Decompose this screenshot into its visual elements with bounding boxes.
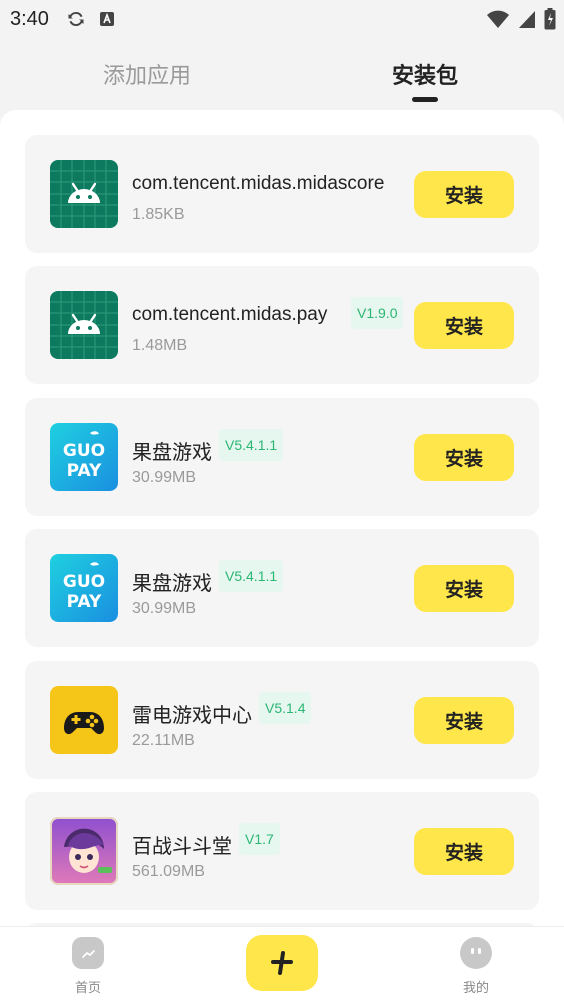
status-bar: 3:40 (0, 0, 564, 38)
tab-indicator (412, 97, 438, 102)
nav-home-label: 首页 (74, 981, 101, 996)
app-size: 30.99MB (132, 469, 197, 486)
app-size: 561.09MB (132, 863, 205, 880)
plus-icon (271, 951, 293, 975)
android-icon (50, 291, 118, 359)
svg-text:GUO: GUO (63, 572, 105, 592)
profile-icon (460, 937, 492, 969)
battery-icon (544, 8, 556, 34)
app-card: 百战斗斗堂 V1.7 561.09MB 安装 (25, 792, 539, 910)
install-button[interactable]: 安装 (414, 828, 514, 875)
app-name: 百战斗斗堂 (132, 834, 232, 858)
install-button[interactable]: 安装 (414, 697, 514, 744)
app-card: GUO PAY 果盘游戏 V5.4.1.1 30.99MB 安装 (25, 398, 539, 516)
version-badge: V5.4.1.1 (219, 560, 284, 592)
app-size: 30.99MB (132, 600, 197, 617)
game-character-icon (50, 817, 118, 885)
bottom-nav: 首页 我的 (0, 926, 564, 1002)
app-name: com.tencent.midas.pay (132, 304, 328, 325)
app-card: 雷电游戏中心 V5.1.4 22.11MB 安装 (25, 661, 539, 779)
android-icon (50, 160, 118, 228)
status-time: 3:40 (10, 7, 49, 30)
version-badge: V1.7 (239, 823, 280, 855)
keyboard-a-icon (99, 11, 115, 27)
svg-text:PAY: PAY (67, 461, 102, 481)
install-button[interactable]: 安装 (414, 434, 514, 481)
app-size: 1.48MB (132, 337, 188, 354)
svg-text:GUO: GUO (63, 441, 105, 461)
app-card: com.tencent.midas.midascore 1.85KB 安装 (25, 135, 539, 253)
tab-bar: 添加应用 安装包 (0, 50, 564, 108)
guopan-icon: GUO PAY (50, 423, 118, 491)
tab-add-app[interactable]: 添加应用 (47, 58, 247, 90)
nav-mine[interactable]: 我的 (446, 937, 506, 996)
app-size: 1.85KB (132, 206, 185, 223)
version-badge: V1.9.0 (351, 297, 404, 329)
app-size: 22.11MB (132, 732, 195, 749)
gamepad-icon (50, 686, 118, 754)
signal-icon (518, 9, 536, 33)
svg-text:PAY: PAY (67, 592, 102, 612)
app-card: com.tencent.midas.pay V1.9.0 1.48MB 安装 (25, 266, 539, 384)
version-badge: V5.1.4 (259, 692, 312, 724)
app-name: 果盘游戏 (132, 440, 212, 464)
tab-install-package[interactable]: 安装包 (325, 58, 525, 90)
guopan-icon: GUO PAY (50, 554, 118, 622)
nav-mine-label: 我的 (462, 981, 489, 996)
install-button[interactable]: 安装 (414, 565, 514, 612)
app-list[interactable]: com.tencent.midas.midascore 1.85KB 安装 co… (0, 110, 564, 926)
version-badge: V5.4.1.1 (219, 429, 284, 461)
install-button[interactable]: 安装 (414, 171, 514, 218)
wifi-icon (486, 9, 510, 33)
app-name: 果盘游戏 (132, 571, 212, 595)
sync-icon (67, 10, 85, 28)
add-button[interactable] (246, 935, 318, 991)
app-name: com.tencent.midas.midascore (132, 173, 385, 194)
app-card: GUO PAY 果盘游戏 V5.4.1.1 30.99MB 安装 (25, 529, 539, 647)
install-button[interactable]: 安装 (414, 302, 514, 349)
home-icon (72, 937, 104, 969)
nav-home[interactable]: 首页 (58, 937, 118, 996)
app-name: 雷电游戏中心 (132, 703, 252, 727)
